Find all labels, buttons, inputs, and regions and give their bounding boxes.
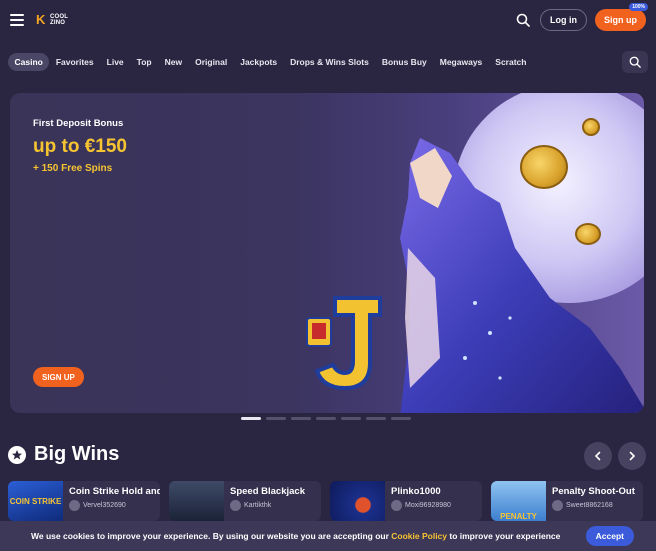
category-nav: Casino Favorites Live Top New Original J… xyxy=(8,51,648,73)
banner-signup-button[interactable]: SIGN UP xyxy=(33,367,84,387)
search-icon xyxy=(629,56,641,68)
carousel-dots xyxy=(241,417,411,420)
cookie-policy-link[interactable]: Cookie Policy xyxy=(391,531,447,541)
next-arrow-icon[interactable] xyxy=(618,442,646,470)
avatar xyxy=(69,500,80,511)
prev-arrow-icon[interactable] xyxy=(584,442,612,470)
carousel-dot[interactable] xyxy=(266,417,286,420)
avatar xyxy=(230,500,241,511)
game-thumbnail xyxy=(330,481,385,521)
tab-favorites[interactable]: Favorites xyxy=(49,53,100,71)
coin-image xyxy=(582,118,600,136)
game-thumbnail: PENALTY xyxy=(491,481,546,521)
logo-icon: K xyxy=(36,12,46,27)
win-username: Vervel352690 xyxy=(83,502,126,509)
avatar xyxy=(391,500,402,511)
login-button[interactable]: Log in xyxy=(540,9,587,31)
win-username: Sweet8862168 xyxy=(566,502,613,509)
coin-image xyxy=(520,145,568,189)
bonus-amount: up to €150 xyxy=(33,136,127,157)
game-thumbnail xyxy=(169,481,224,521)
bonus-free-spins: + 150 Free Spins xyxy=(33,163,113,174)
carousel-dot[interactable] xyxy=(341,417,361,420)
signup-badge: 100% xyxy=(629,3,648,11)
big-wins-arrows xyxy=(584,442,646,470)
coin-image xyxy=(575,223,601,245)
promo-banner[interactable]: First Deposit Bonus up to €150 + 150 Fre… xyxy=(10,93,644,413)
big-win-card[interactable]: COIN STRIKE Coin Strike Hold and Win Ver… xyxy=(8,481,160,521)
carousel-dot[interactable] xyxy=(316,417,336,420)
star-icon xyxy=(8,445,26,464)
logo[interactable]: K COOL ZINO xyxy=(36,13,68,27)
cookie-text: We use cookies to improve your experienc… xyxy=(31,531,561,541)
signup-label: Sign up xyxy=(604,15,637,25)
big-wins-list: COIN STRIKE Coin Strike Hold and Win Ver… xyxy=(8,481,643,521)
big-wins-title: Big Wins xyxy=(34,443,120,465)
wolf-image xyxy=(400,138,644,413)
big-win-card[interactable]: Plinko1000 Moxi96928980 xyxy=(330,481,482,521)
top-header: K COOL ZINO Log in Sign up 100% xyxy=(0,0,656,40)
tab-live[interactable]: Live xyxy=(100,53,130,71)
win-game-name: Speed Blackjack xyxy=(230,486,305,497)
game-thumbnail: COIN STRIKE xyxy=(8,481,63,521)
tab-bonus-buy[interactable]: Bonus Buy xyxy=(375,53,433,71)
win-game-name: Coin Strike Hold and Win xyxy=(69,486,160,497)
win-game-name: Penalty Shoot-Out xyxy=(552,486,635,497)
tab-drops-wins-slots[interactable]: Drops & Wins Slots xyxy=(284,53,376,71)
tab-new[interactable]: New xyxy=(158,53,188,71)
signup-button[interactable]: Sign up 100% xyxy=(595,3,648,31)
cookie-bar: We use cookies to improve your experienc… xyxy=(0,521,656,551)
game-search-button[interactable] xyxy=(622,51,648,73)
tab-original[interactable]: Original xyxy=(189,53,234,71)
logo-line2: ZINO xyxy=(50,20,66,26)
tab-scratch[interactable]: Scratch xyxy=(489,53,533,71)
carousel-dot[interactable] xyxy=(241,417,261,420)
big-win-card[interactable]: Speed Blackjack Kartikthk xyxy=(169,481,321,521)
big-wins-header: Big Wins xyxy=(8,443,119,466)
tab-jackpots[interactable]: Jackpots xyxy=(234,53,284,71)
win-game-name: Plinko1000 xyxy=(391,486,441,497)
carousel-dot[interactable] xyxy=(391,417,411,420)
win-username: Kartikthk xyxy=(244,502,272,509)
tab-casino[interactable]: Casino xyxy=(8,53,50,71)
tab-top[interactable]: Top xyxy=(130,53,158,71)
carousel-dot[interactable] xyxy=(366,417,386,420)
accept-cookies-button[interactable]: Accept xyxy=(585,526,634,546)
avatar xyxy=(552,500,563,511)
search-icon[interactable] xyxy=(514,11,532,29)
menu-icon[interactable] xyxy=(10,14,24,26)
tab-megaways[interactable]: Megaways xyxy=(433,53,489,71)
bonus-title: First Deposit Bonus xyxy=(33,118,124,129)
big-win-card[interactable]: PENALTY Penalty Shoot-Out Sweet8862168 xyxy=(491,481,643,521)
j-symbol-image xyxy=(306,296,382,391)
carousel-dot[interactable] xyxy=(291,417,311,420)
win-username: Moxi96928980 xyxy=(405,502,451,509)
